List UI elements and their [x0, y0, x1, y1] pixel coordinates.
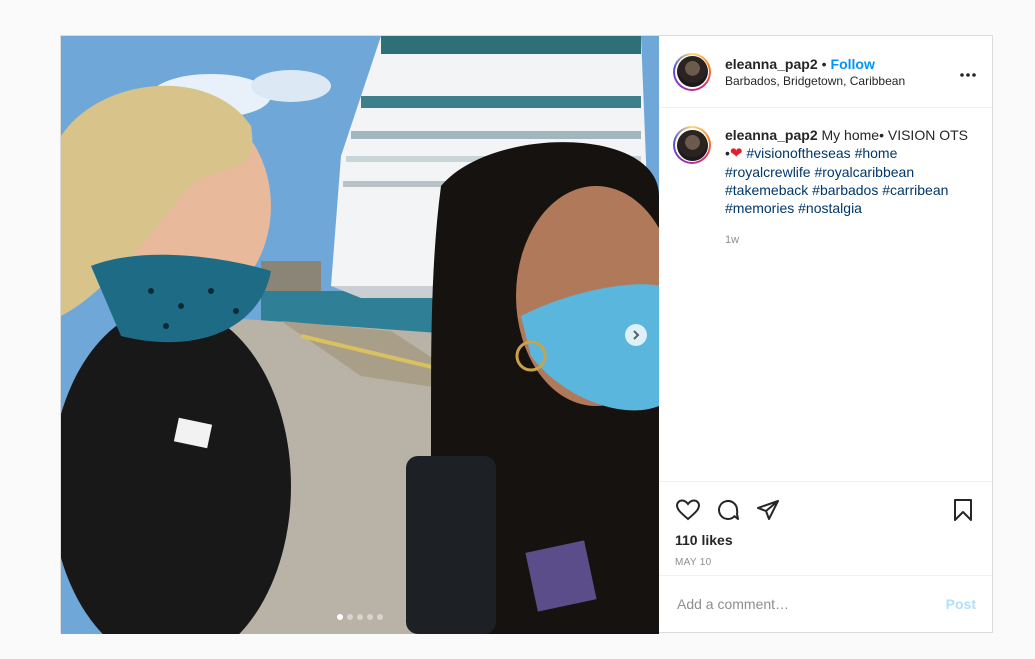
- save-button[interactable]: [950, 497, 976, 523]
- hashtag[interactable]: #royalcaribbean: [814, 164, 914, 180]
- follow-button[interactable]: Follow: [831, 56, 875, 72]
- caption-section: eleanna_pap2 My home• VISION OTS •❤ #vis…: [659, 108, 992, 481]
- share-icon: [757, 500, 779, 520]
- avatar[interactable]: [673, 52, 711, 91]
- carousel-dot: [357, 614, 363, 620]
- post-photo[interactable]: [61, 36, 659, 634]
- post-header: eleanna_pap2 • Follow Barbados, Bridgetown…: [659, 36, 992, 108]
- hashtag[interactable]: #carribean: [882, 182, 948, 198]
- likes-count[interactable]: 110 likes: [675, 532, 976, 548]
- selfie-photo-illustration: [61, 36, 659, 634]
- separator-bullet: •: [821, 55, 827, 72]
- carousel-next-button[interactable]: [625, 324, 647, 346]
- caption: eleanna_pap2 My home• VISION OTS •❤ #vis…: [725, 126, 968, 481]
- like-button[interactable]: [675, 497, 701, 523]
- comment-input[interactable]: [675, 595, 946, 613]
- more-options-button[interactable]: [960, 61, 976, 82]
- carousel-dot: [367, 614, 373, 620]
- hashtag[interactable]: #royalcrewlife: [725, 164, 811, 180]
- post-comment-button[interactable]: Post: [946, 596, 976, 612]
- instagram-post: eleanna_pap2 • Follow Barbados, Bridgetown…: [60, 35, 993, 634]
- avatar-image: [676, 56, 708, 87]
- heart-icon: [676, 499, 700, 521]
- caption-username[interactable]: eleanna_pap2: [725, 127, 818, 143]
- post-sidebar: eleanna_pap2 • Follow Barbados, Bridgetown…: [659, 36, 992, 632]
- hashtag[interactable]: #home: [855, 145, 898, 161]
- comment-button[interactable]: [715, 497, 741, 523]
- hashtag[interactable]: #visionoftheseas: [746, 145, 850, 161]
- chevron-right-icon: [633, 330, 640, 340]
- carousel-dot: [337, 614, 343, 620]
- hashtag[interactable]: #memories: [725, 200, 794, 216]
- caption-text: My home• VISION OTS: [821, 127, 969, 143]
- post-date: MAY 10: [675, 557, 712, 568]
- username-link[interactable]: eleanna_pap2: [725, 56, 818, 72]
- heart-emoji: ❤: [729, 145, 743, 162]
- carousel-dot: [377, 614, 383, 620]
- comment-bar: Post: [659, 575, 992, 632]
- share-button[interactable]: [755, 497, 781, 523]
- bookmark-icon: [954, 499, 972, 521]
- carousel-dot: [347, 614, 353, 620]
- post-time[interactable]: 1w: [725, 231, 968, 249]
- hashtag[interactable]: #takemeback: [725, 182, 808, 198]
- actions-section: 110 likes MAY 10: [659, 481, 992, 575]
- caption-avatar[interactable]: [673, 126, 711, 164]
- action-bar: [675, 490, 976, 530]
- hashtag[interactable]: #nostalgia: [798, 200, 862, 216]
- more-horizontal-icon: [960, 73, 976, 77]
- carousel-indicator: [61, 614, 659, 620]
- hashtag[interactable]: #barbados: [812, 182, 878, 198]
- location-link[interactable]: Barbados, Bridgetown, Caribbean: [725, 73, 960, 89]
- comment-icon: [718, 500, 739, 520]
